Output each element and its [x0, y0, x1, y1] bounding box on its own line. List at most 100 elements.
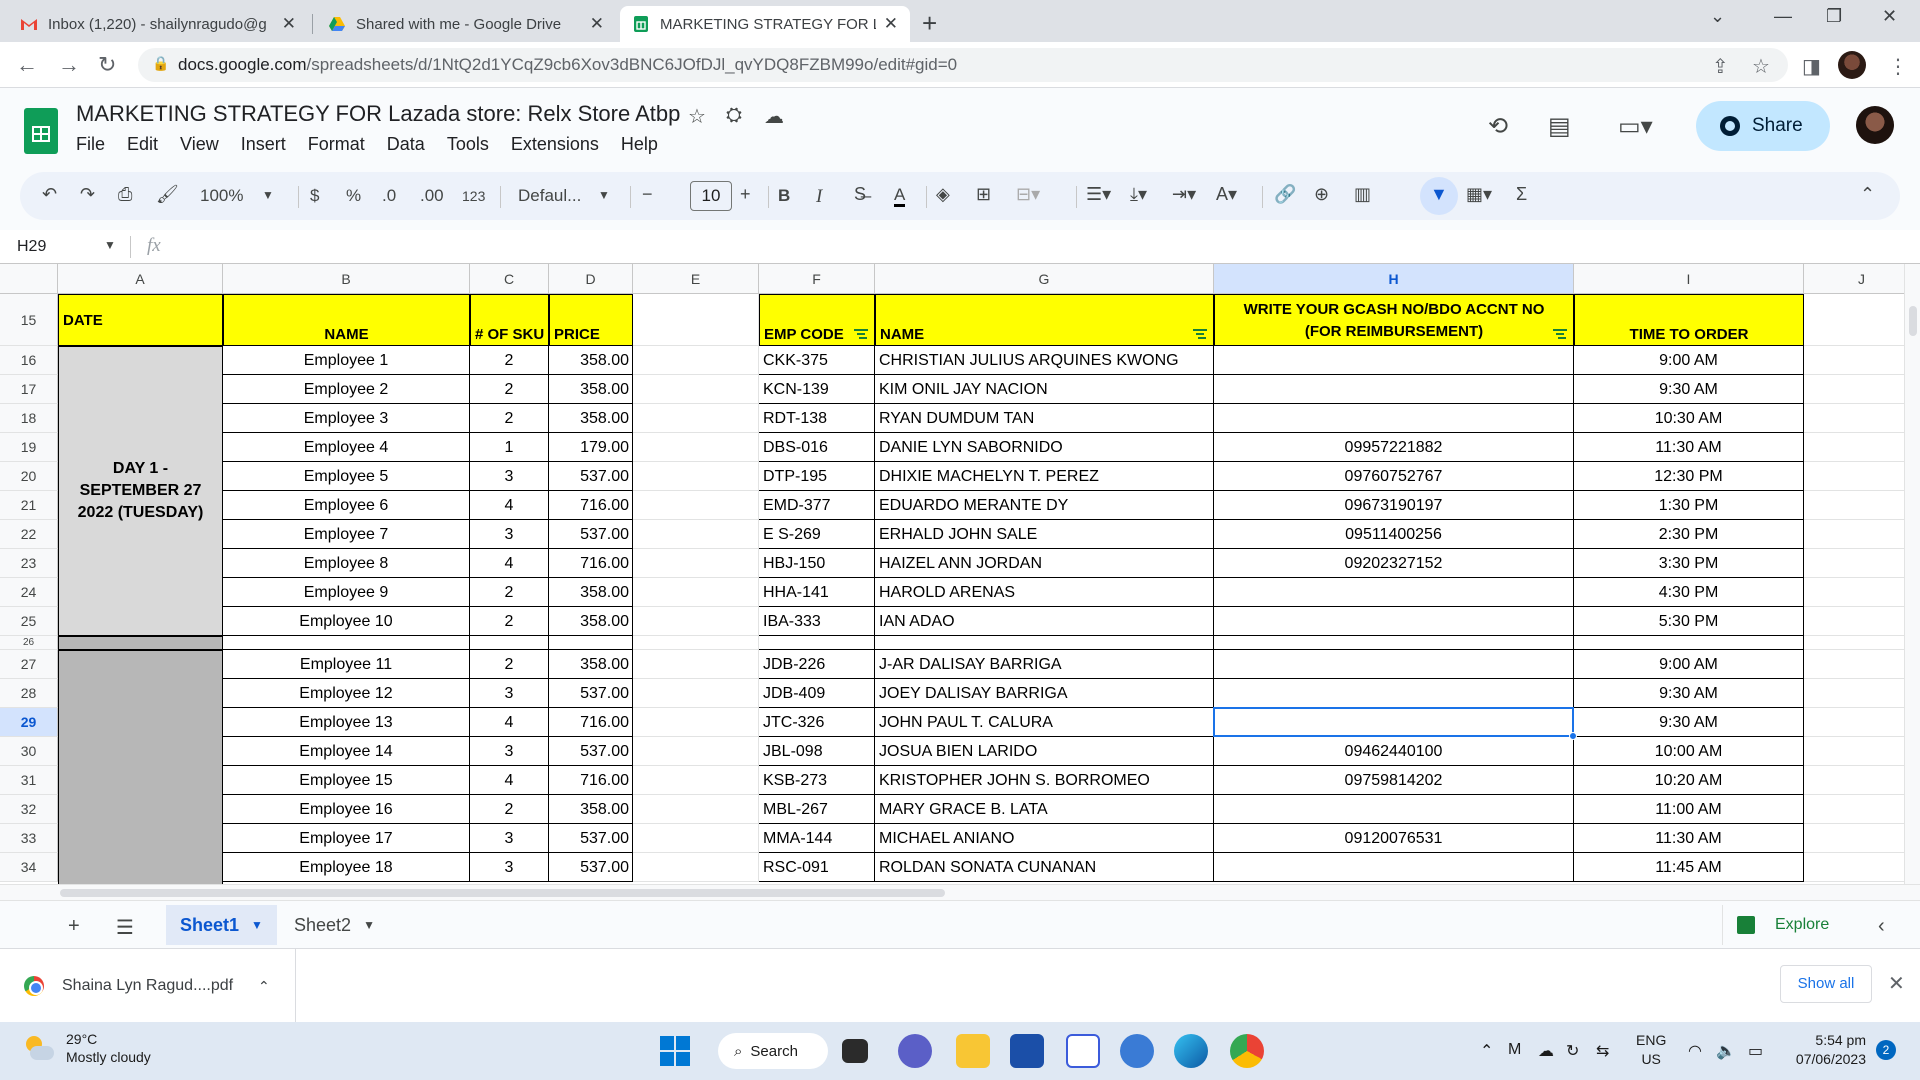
cell-emp-name[interactable]: EDUARDO MERANTE DY — [875, 491, 1214, 520]
cell-name[interactable]: Employee 16 — [223, 795, 470, 824]
cell-time[interactable]: 10:30 AM — [1574, 404, 1804, 433]
cell-name[interactable]: Employee 15 — [223, 766, 470, 795]
cell-sku[interactable]: 2 — [470, 650, 549, 679]
empty-cell[interactable] — [1804, 491, 1920, 520]
row-header-33[interactable]: 33 — [0, 824, 58, 853]
menu-insert[interactable]: Insert — [241, 134, 286, 155]
cell-price[interactable]: 537.00 — [549, 520, 633, 549]
notification-badge[interactable]: 2 — [1876, 1040, 1896, 1060]
app-icon[interactable] — [1066, 1034, 1100, 1068]
cell-gcash[interactable] — [1214, 853, 1574, 882]
cell-name[interactable]: Employee 12 — [223, 679, 470, 708]
settings-tray-icon[interactable]: ⇆ — [1596, 1041, 1609, 1061]
sheet-tab-sheet1[interactable]: Sheet1 ▼ — [166, 905, 277, 945]
close-icon[interactable]: ✕ — [884, 14, 898, 34]
cell-gcash[interactable] — [1214, 795, 1574, 824]
cell-time[interactable]: 3:30 PM — [1574, 549, 1804, 578]
add-sheet-icon[interactable]: + — [68, 915, 80, 938]
merge-cells-icon[interactable]: ⊟▾ — [1016, 184, 1040, 205]
wifi-icon[interactable]: ◠ — [1688, 1041, 1702, 1061]
chat-icon[interactable] — [898, 1034, 932, 1068]
cell-price[interactable]: 358.00 — [549, 346, 633, 375]
cell-sku[interactable]: 3 — [470, 737, 549, 766]
strikethrough-icon[interactable]: S̶ — [854, 184, 866, 205]
decrease-decimal-button[interactable]: .0 — [382, 186, 396, 206]
cell-emp-code[interactable]: CKK-375 — [759, 346, 875, 375]
cell-emp-code[interactable]: DBS-016 — [759, 433, 875, 462]
profile-avatar[interactable] — [1838, 51, 1866, 79]
cell-sku[interactable]: 2 — [470, 375, 549, 404]
empty-cell[interactable] — [633, 708, 759, 737]
increase-font-size-icon[interactable]: + — [740, 184, 751, 205]
empty-cell[interactable] — [633, 549, 759, 578]
cell-sku[interactable] — [470, 636, 549, 650]
row-header-34[interactable]: 34 — [0, 853, 58, 882]
maximize-icon[interactable]: ❐ — [1826, 6, 1842, 27]
cell-emp-code[interactable] — [759, 636, 875, 650]
scroll-thumb[interactable] — [1909, 306, 1917, 336]
cell-time[interactable]: 11:45 AM — [1574, 853, 1804, 882]
empty-cell[interactable] — [633, 462, 759, 491]
row-header-32[interactable]: 32 — [0, 795, 58, 824]
column-header-a[interactable]: A — [58, 264, 223, 294]
document-title[interactable]: MARKETING STRATEGY FOR Lazada store: Rel… — [76, 101, 680, 127]
cloud-icon[interactable]: ☁ — [1538, 1041, 1554, 1061]
row-header-31[interactable]: 31 — [0, 766, 58, 795]
lock-icon[interactable]: 🔒 — [152, 55, 169, 72]
row-header-28[interactable]: 28 — [0, 679, 58, 708]
tray-app-icon[interactable]: M — [1508, 1041, 1521, 1059]
percent-format-button[interactable]: % — [346, 186, 361, 206]
cell-emp-name[interactable]: JOHN PAUL T. CALURA — [875, 708, 1214, 737]
spreadsheet-grid[interactable]: A B C D E F G H I J 15 16 17 18 19 20 21 22 23 24 25 26 27 28 29… — [0, 264, 1920, 886]
row-header-19[interactable]: 19 — [0, 433, 58, 462]
cell-price[interactable]: 358.00 — [549, 578, 633, 607]
cell-sku[interactable]: 3 — [470, 853, 549, 882]
filter-icon[interactable] — [1553, 329, 1567, 339]
cell-emp-code[interactable]: E S-269 — [759, 520, 875, 549]
cell-gcash[interactable]: 09673190197 — [1214, 491, 1574, 520]
cell-gcash[interactable]: 09760752767 — [1214, 462, 1574, 491]
name-box-chevron-icon[interactable]: ▼ — [104, 238, 116, 252]
cell-emp-name[interactable]: ERHALD JOHN SALE — [875, 520, 1214, 549]
empty-cell[interactable] — [633, 491, 759, 520]
cell-emp-name[interactable]: JOEY DALISAY BARRIGA — [875, 679, 1214, 708]
row-header-30[interactable]: 30 — [0, 737, 58, 766]
tab-drive[interactable]: Shared with me - Google Drive ✕ — [316, 6, 616, 42]
cell-sku[interactable]: 3 — [470, 824, 549, 853]
cell-name[interactable]: Employee 13 — [223, 708, 470, 737]
empty-cell[interactable] — [1804, 462, 1920, 491]
zoom-select[interactable]: 100% — [200, 186, 243, 206]
cell-sku[interactable]: 2 — [470, 578, 549, 607]
horizontal-scrollbar[interactable] — [0, 884, 1920, 900]
cell-time[interactable]: 9:30 AM — [1574, 708, 1804, 737]
chrome-taskbar-icon[interactable] — [1230, 1034, 1264, 1068]
cell-emp-name[interactable]: CHRISTIAN JULIUS ARQUINES KWONG — [875, 346, 1214, 375]
fill-color-icon[interactable]: ◈ — [936, 184, 950, 205]
date-group-day2[interactable] — [58, 650, 223, 886]
cell-time[interactable]: 1:30 PM — [1574, 491, 1804, 520]
bold-button[interactable]: B — [778, 186, 790, 206]
currency-format-button[interactable]: $ — [310, 186, 319, 206]
row-header-25[interactable]: 25 — [0, 607, 58, 636]
meet-icon[interactable]: ▭▾ — [1618, 112, 1653, 141]
text-color-button[interactable]: A — [894, 186, 906, 207]
cell-price[interactable]: 179.00 — [549, 433, 633, 462]
cell-name[interactable]: Employee 3 — [223, 404, 470, 433]
filter-icon[interactable] — [1193, 329, 1207, 339]
cell-name[interactable]: Employee 18 — [223, 853, 470, 882]
cell-price[interactable]: 537.00 — [549, 853, 633, 882]
messenger-icon[interactable] — [1120, 1034, 1154, 1068]
empty-cell[interactable] — [1804, 766, 1920, 795]
text-wrapping-icon[interactable]: ⇥▾ — [1172, 184, 1196, 205]
move-to-drive-icon[interactable]: ⛭ — [726, 104, 742, 127]
side-panel-icon[interactable]: ◨ — [1802, 54, 1821, 79]
menu-file[interactable]: File — [76, 134, 105, 155]
cell-emp-code[interactable]: JBL-098 — [759, 737, 875, 766]
version-history-icon[interactable]: ⟲ — [1488, 112, 1508, 141]
minimize-icon[interactable]: — — [1774, 6, 1792, 27]
cell-sku[interactable]: 4 — [470, 708, 549, 737]
cell-emp-name[interactable]: IAN ADAO — [875, 607, 1214, 636]
menu-tools[interactable]: Tools — [447, 134, 489, 155]
cell-name[interactable]: Employee 8 — [223, 549, 470, 578]
menu-help[interactable]: Help — [621, 134, 658, 155]
